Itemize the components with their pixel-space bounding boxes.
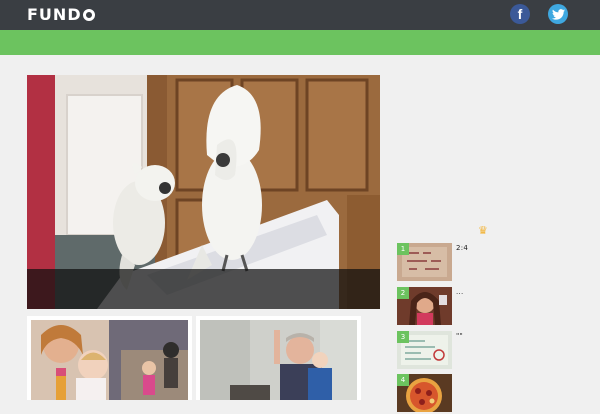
main-navigation xyxy=(0,30,600,55)
ranking-thumb-1: 1 xyxy=(397,243,452,281)
ranking-badge-3: 3 xyxy=(397,331,409,343)
ranking-title-1[interactable]: 2:4 xyxy=(456,243,577,253)
article-image-lecture xyxy=(200,320,357,400)
logo-o-mark xyxy=(82,9,95,21)
ranking-thumb-3: 3 xyxy=(397,331,452,369)
ranking-badge-4: 4 xyxy=(397,374,409,386)
site-logo[interactable]: FUND xyxy=(27,6,95,24)
facebook-link[interactable]: f xyxy=(508,3,530,25)
featured-article[interactable] xyxy=(27,75,380,309)
twitter-link[interactable] xyxy=(546,3,568,25)
ranking-item-2[interactable]: 2 ... xyxy=(397,287,577,327)
ranking-item-3[interactable]: 3 "" xyxy=(397,331,577,371)
twitter-icon xyxy=(548,4,568,24)
ranking-title-2[interactable]: ... xyxy=(456,287,577,297)
featured-caption xyxy=(27,269,380,309)
logo-text: FUND xyxy=(27,5,82,24)
facebook-icon: f xyxy=(510,4,530,24)
ranking-title-3[interactable]: "" xyxy=(456,331,577,341)
ranking-item-4[interactable]: 4 xyxy=(397,374,577,414)
article-card-baby[interactable] xyxy=(27,316,192,400)
ranking-thumb-4: 4 xyxy=(397,374,452,412)
ranking-badge-2: 2 xyxy=(397,287,409,299)
top-header-bar: FUND f xyxy=(0,0,600,30)
ranking-badge-1: 1 xyxy=(397,243,409,255)
article-image-baby xyxy=(31,320,188,400)
ranking-item-1[interactable]: 1 2:4 xyxy=(397,243,577,283)
article-card-lecture[interactable] xyxy=(196,316,361,400)
ranking-thumb-2: 2 xyxy=(397,287,452,325)
crown-icon: ♛ xyxy=(478,224,488,237)
